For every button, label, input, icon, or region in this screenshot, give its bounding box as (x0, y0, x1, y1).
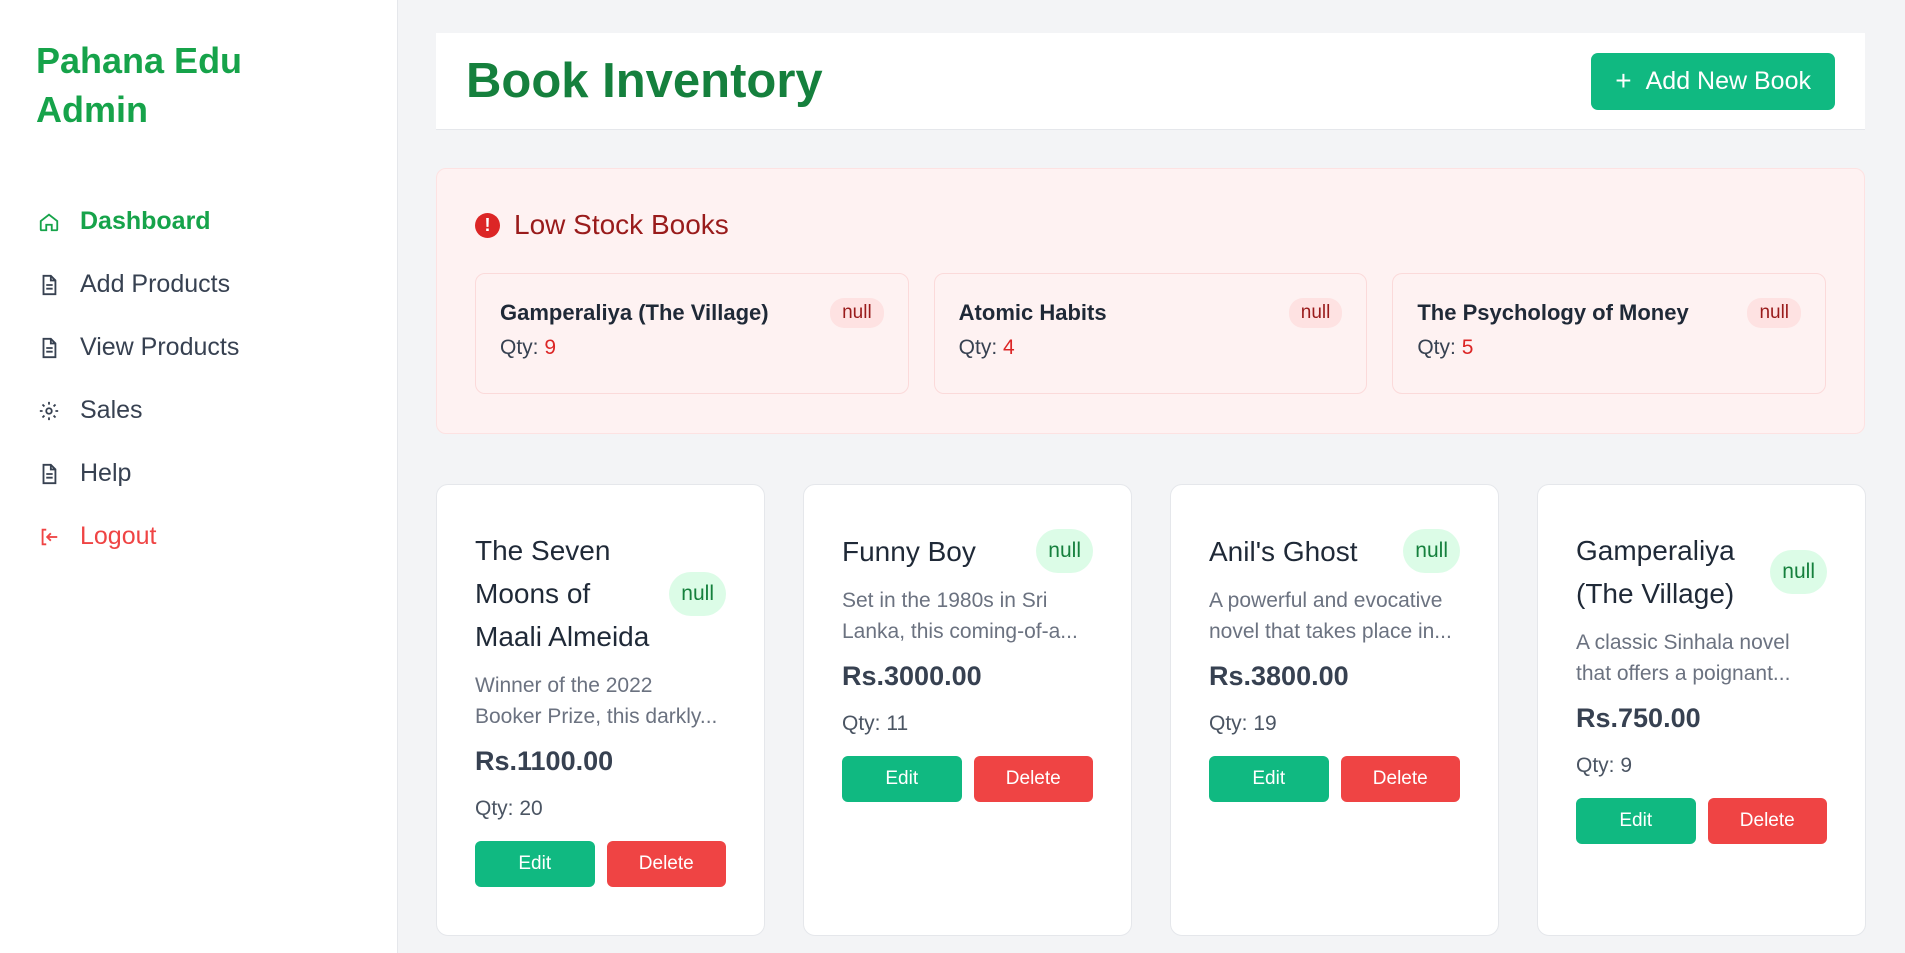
product-description: A powerful and evocative novel that take… (1209, 585, 1460, 647)
add-new-book-button[interactable]: + Add New Book (1591, 52, 1835, 110)
sidebar-item-label: Logout (80, 522, 157, 550)
product-title: Anil's Ghost (1209, 535, 1358, 567)
qty-value: 9 (544, 336, 557, 359)
status-badge: null (1770, 550, 1827, 594)
page-title: Book Inventory (466, 54, 823, 108)
product-qty: Qty: 11 (842, 712, 909, 735)
sidebar-item-logout[interactable]: Logout (36, 505, 361, 568)
document-icon (36, 335, 62, 361)
description-line: Lanka, this coming-of-a... (842, 620, 1078, 643)
app-root: Pahana Edu Admin Dashboard Add Products … (0, 0, 1905, 953)
edit-button[interactable]: Edit (1576, 798, 1696, 844)
edit-button[interactable]: Edit (475, 841, 595, 887)
low-stock-qty: Qty: 9 (500, 336, 884, 360)
sidebar-item-view-products[interactable]: View Products (36, 316, 361, 379)
sidebar-item-label: Sales (80, 396, 143, 424)
brand-title: Pahana Edu Admin (36, 40, 243, 130)
low-stock-heading: ! Low Stock Books (475, 209, 1826, 241)
home-icon (36, 209, 62, 235)
qty-label: Qty: (1417, 336, 1456, 359)
status-badge: null (1403, 529, 1460, 573)
description-line: novel that takes place in... (1209, 620, 1452, 643)
product-description: Winner of the 2022 Booker Prize, this da… (475, 670, 726, 732)
product-qty: Qty: 20 (475, 797, 543, 820)
low-stock-panel: ! Low Stock Books Gamperaliya (The Villa… (436, 168, 1865, 434)
description-line: A classic Sinhala novel (1576, 631, 1790, 654)
description-line: that offers a poignant... (1576, 662, 1791, 685)
qty-value: 5 (1461, 336, 1474, 359)
delete-button[interactable]: Delete (1340, 756, 1460, 802)
sidebar-item-label: View Products (80, 333, 240, 361)
alert-icon: ! (475, 212, 500, 238)
sidebar-item-dashboard[interactable]: Dashboard (36, 190, 361, 253)
sidebar-item-add-products[interactable]: Add Products (36, 253, 361, 316)
edit-button[interactable]: Edit (1209, 756, 1329, 802)
description-line: Set in the 1980s in Sri (842, 589, 1048, 612)
qty-label: Qty: (958, 336, 998, 359)
qty-label: Qty: (500, 336, 539, 359)
logout-icon (36, 524, 62, 550)
low-stock-list: Gamperaliya (The Village) null Qty: 9 At… (475, 273, 1827, 394)
document-icon (36, 461, 62, 487)
sidebar-item-label: Dashboard (80, 207, 211, 235)
plus-icon: + (1615, 65, 1632, 96)
description-line: Booker Prize, this darkly... (475, 705, 718, 728)
status-badge: null (669, 571, 726, 616)
status-badge: null (830, 298, 884, 328)
product-price: Rs.3000.00 (842, 661, 982, 691)
product-qty: Qty: 19 (1209, 712, 1277, 735)
qty-value: 4 (1003, 336, 1015, 359)
low-stock-item: Gamperaliya (The Village) null Qty: 9 (475, 273, 909, 394)
status-badge: null (1036, 529, 1093, 573)
sidebar-item-label: Add Products (80, 270, 231, 298)
product-card: Anil's Ghost null A powerful and evocati… (1170, 484, 1499, 936)
product-grid: The Seven Moons of Maali Almeida null Wi… (436, 484, 1866, 936)
product-price: Rs.750.00 (1576, 703, 1701, 733)
page-header: Book Inventory + Add New Book (436, 33, 1865, 130)
low-stock-title: Low Stock Books (514, 209, 729, 240)
document-icon (36, 272, 62, 298)
sidebar: Pahana Edu Admin Dashboard Add Products … (0, 0, 398, 953)
product-card: Gamperaliya (The Village) null A classic… (1537, 484, 1866, 936)
add-new-book-label: Add New Book (1645, 66, 1811, 95)
low-stock-book-name: Atomic Habits (958, 300, 1107, 325)
status-badge: null (1288, 298, 1343, 328)
product-title: The Seven Moons of Maali Almeida (475, 535, 650, 652)
gear-icon (36, 398, 62, 424)
sidebar-nav: Dashboard Add Products View Products Sal… (36, 190, 361, 568)
status-badge: null (1747, 298, 1802, 328)
delete-button[interactable]: Delete (973, 756, 1093, 802)
product-price: Rs.1100.00 (475, 746, 614, 776)
low-stock-book-name: The Psychology of Money (1417, 300, 1689, 325)
low-stock-item: Atomic Habits null Qty: 4 (933, 273, 1368, 394)
low-stock-qty: Qty: 4 (959, 336, 1343, 360)
edit-button[interactable]: Edit (842, 756, 962, 802)
product-card: Funny Boy null Set in the 1980s in Sri L… (803, 484, 1132, 936)
main-content: Book Inventory + Add New Book ! Low Stoc… (398, 0, 1905, 953)
low-stock-book-name: Gamperaliya (The Village) (500, 300, 769, 325)
description-line: Winner of the 2022 (475, 674, 653, 697)
low-stock-item: The Psychology of Money null Qty: 5 (1392, 273, 1827, 394)
sidebar-item-label: Help (80, 459, 132, 487)
product-title: Gamperaliya (The Village) (1576, 535, 1735, 609)
product-qty: Qty: 9 (1576, 754, 1633, 777)
product-card: The Seven Moons of Maali Almeida null Wi… (436, 484, 765, 936)
product-description: Set in the 1980s in Sri Lanka, this comi… (842, 585, 1093, 647)
description-line: A powerful and evocative (1209, 589, 1443, 612)
sidebar-item-help[interactable]: Help (36, 442, 361, 505)
product-description: A classic Sinhala novel that offers a po… (1576, 627, 1827, 689)
delete-button[interactable]: Delete (606, 841, 726, 887)
delete-button[interactable]: Delete (1707, 798, 1827, 844)
product-price: Rs.3800.00 (1209, 661, 1349, 691)
product-title: Funny Boy (842, 535, 976, 567)
sidebar-item-sales[interactable]: Sales (36, 379, 361, 442)
low-stock-qty: Qty: 5 (1417, 336, 1801, 360)
